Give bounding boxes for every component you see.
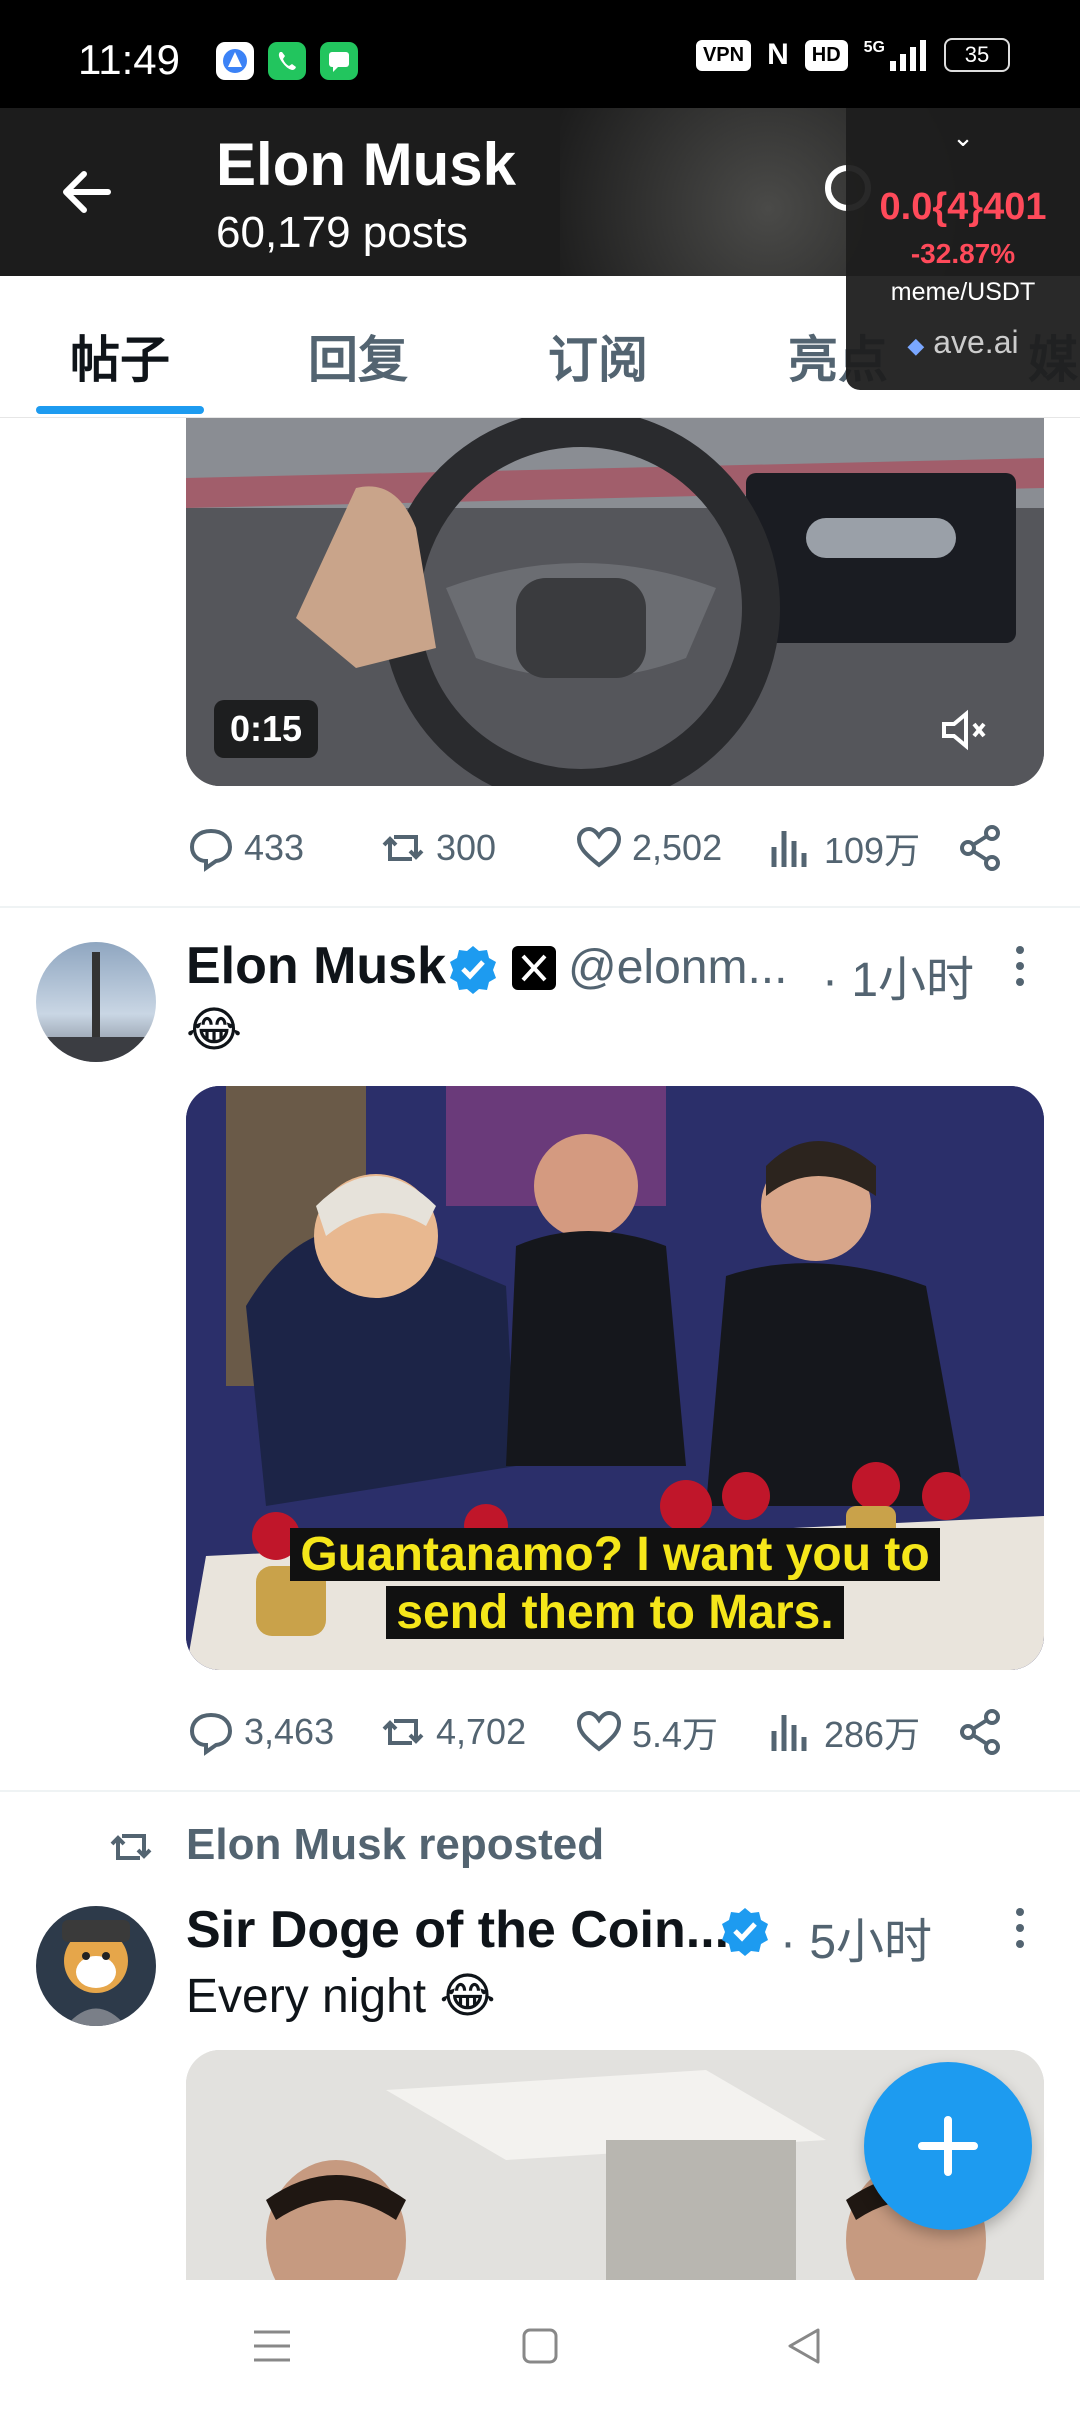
repost-icon: [106, 1822, 156, 1872]
repost-count: 300: [436, 827, 497, 868]
collapse-chevron-icon[interactable]: ⌄: [846, 122, 1080, 153]
app-notification-icon: [216, 42, 254, 80]
reply-count: 3,463: [244, 1711, 335, 1752]
price-ticker-widget[interactable]: ⌄ 0.0{4}401 -32.87% meme/USDT ◆ ave.ai: [846, 108, 1080, 390]
video-duration-badge: 0:15: [214, 700, 319, 758]
repost-count: 4,702: [436, 1711, 527, 1752]
post-text: 😂: [186, 1004, 243, 1057]
compose-post-button[interactable]: [864, 2062, 1032, 2230]
reply-icon: [189, 828, 233, 872]
post-author-name[interactable]: Elon Musk: [186, 936, 446, 996]
post-actions: 3,463 4,702 5.4万 286万: [186, 1702, 1006, 1762]
back-arrow-icon[interactable]: [54, 160, 118, 224]
post-time: · 1小时: [822, 954, 975, 1007]
share-button[interactable]: [956, 823, 1006, 873]
ticker-site: ◆ ave.ai: [846, 324, 1080, 361]
tab-replies[interactable]: 回复: [308, 320, 408, 392]
ticker-price: 0.0{4}401: [879, 186, 1047, 228]
status-bar: 11:49 VPN N HD 5G 35: [0, 0, 1080, 108]
mute-icon[interactable]: [934, 700, 994, 760]
message-notification-icon: [320, 42, 358, 80]
tab-posts[interactable]: 帖子: [70, 320, 170, 392]
network-type: 5G: [863, 39, 885, 56]
post-video[interactable]: 0:15: [186, 418, 1044, 786]
post-image[interactable]: Guantanamo? I want you to send them to M…: [186, 1086, 1044, 1670]
share-icon: [960, 1709, 1000, 1755]
like-count: 5.4万: [632, 1714, 719, 1755]
repost-icon: [382, 835, 424, 861]
share-icon: [960, 825, 1000, 871]
avatar[interactable]: [36, 1906, 156, 2026]
battery-indicator: 35: [944, 38, 1010, 72]
post-divider: [0, 1790, 1080, 1792]
status-indicators: VPN N HD 5G 35: [695, 38, 1010, 72]
post-count: 60,179 posts: [216, 208, 468, 257]
ticker-change: -32.87%: [910, 238, 1016, 269]
ticker-pair: meme/USDT: [890, 278, 1036, 306]
repost-button[interactable]: 4,702: [378, 1707, 526, 1757]
verified-badge-icon: [448, 944, 498, 994]
views-button[interactable]: 109万: [766, 822, 920, 874]
post-time: · 5小时: [780, 1916, 933, 1969]
home-nav-icon[interactable]: [520, 2326, 560, 2366]
signal-bars-icon: [890, 40, 926, 71]
back-nav-icon[interactable]: [784, 2324, 824, 2368]
share-button[interactable]: [956, 1707, 1006, 1757]
system-navigation-bar: [0, 2280, 1080, 2412]
views-icon: [771, 1715, 807, 1751]
ave-logo-icon: ◆: [907, 333, 925, 358]
heart-icon: [576, 1710, 622, 1752]
reply-count: 433: [244, 827, 305, 868]
like-button[interactable]: 5.4万: [574, 1706, 718, 1758]
phone-notification-icon: [268, 42, 306, 80]
repost-icon: [382, 1719, 424, 1745]
post-text: Every night 😂: [186, 1970, 496, 2023]
more-options-icon[interactable]: [1010, 1900, 1030, 1960]
post-actions: 433 300 2,502 109万: [186, 818, 1006, 878]
ticker-site-label: ave.ai: [933, 324, 1019, 360]
nfc-indicator: N: [767, 38, 789, 71]
view-count: 109万: [824, 830, 921, 871]
caption-line-2: send them to Mars.: [386, 1586, 844, 1639]
post-author-handle[interactable]: @elonm...: [568, 940, 787, 995]
like-button[interactable]: 2,502: [574, 823, 722, 873]
heart-icon: [576, 826, 622, 868]
views-icon: [771, 831, 807, 867]
hd-indicator: HD: [804, 39, 848, 71]
image-caption: Guantanamo? I want you to send them to M…: [186, 1526, 1044, 1642]
repost-label[interactable]: Elon Musk reposted: [186, 1820, 604, 1870]
avatar[interactable]: [36, 942, 156, 1062]
repost-button[interactable]: 300: [378, 823, 496, 873]
menu-nav-icon[interactable]: [250, 2326, 294, 2366]
profile-name: Elon Musk: [216, 131, 517, 198]
post-author-name[interactable]: Sir Doge of the Coin...: [186, 1900, 729, 1960]
reply-button[interactable]: 433: [186, 823, 304, 873]
reply-icon: [189, 1712, 233, 1756]
like-count: 2,502: [632, 827, 723, 868]
verified-badge-icon: [720, 1906, 770, 1956]
plus-icon: [918, 2116, 978, 2176]
signal-indicator: 5G: [864, 39, 928, 71]
tab-subscriptions[interactable]: 订阅: [548, 320, 648, 392]
reply-button[interactable]: 3,463: [186, 1707, 334, 1757]
x-affiliate-icon: [512, 946, 556, 990]
status-time: 11:49: [78, 36, 180, 83]
view-count: 286万: [824, 1714, 921, 1755]
caption-line-1: Guantanamo? I want you to: [290, 1528, 940, 1581]
more-options-icon[interactable]: [1010, 938, 1030, 998]
active-tab-indicator: [36, 406, 204, 414]
vpn-indicator: VPN: [695, 39, 752, 71]
views-button[interactable]: 286万: [766, 1706, 920, 1758]
post-divider: [0, 906, 1080, 908]
